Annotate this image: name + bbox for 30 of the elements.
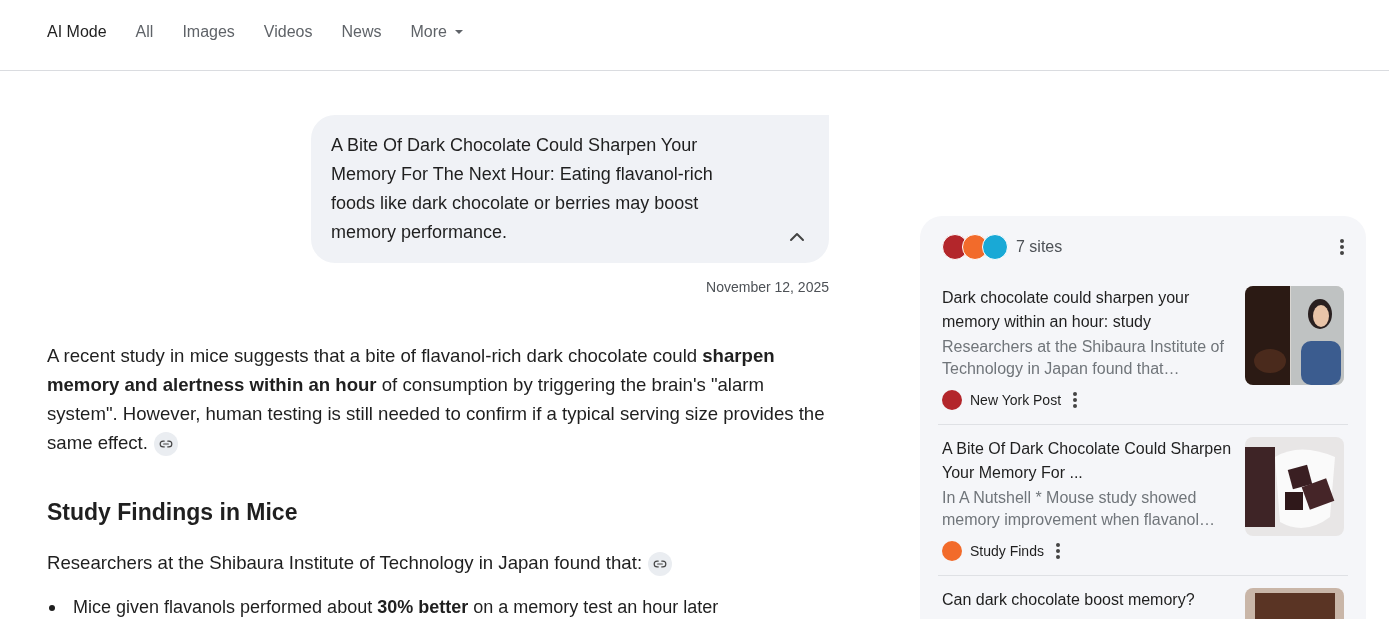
- source-title[interactable]: Can dark chocolate boost memory?: [942, 588, 1233, 612]
- tab[interactable]: Videos: [263, 23, 313, 41]
- more-button[interactable]: [1340, 239, 1344, 255]
- tab[interactable]: All: [135, 23, 154, 41]
- answer-paragraph: Researchers at the Shibaura Institute of Technology in Japan found that:: [47, 548, 829, 577]
- more-icon: [1073, 392, 1078, 408]
- tab[interactable]: More: [410, 23, 463, 41]
- source-name: New York Post: [970, 392, 1062, 408]
- tab[interactable]: AI Mode: [47, 23, 107, 41]
- tab[interactable]: Images: [182, 23, 235, 41]
- citation-button[interactable]: [648, 552, 673, 577]
- source-title[interactable]: A Bite Of Dark Chocolate Could Sharpen Your Memory For ...: [942, 437, 1233, 485]
- caret-icon: [454, 30, 463, 34]
- more-icon: [1055, 543, 1060, 559]
- source-snippet: Researchers at the Shibaura Institute of Technology in Japan found that…: [942, 337, 1225, 379]
- bullet-icon: [49, 604, 55, 611]
- citation-button[interactable]: [153, 432, 178, 457]
- more-button[interactable]: [1073, 392, 1078, 408]
- query-text: A Bite Of Dark Chocolate Could Sharpen Your Memory For The Next Hour: Eating flavanol-rich foods like dark chocolate or berries may boost memory performance.: [331, 134, 714, 244]
- source-name: Study Finds: [970, 543, 1044, 559]
- more-button[interactable]: [1055, 543, 1060, 559]
- source-title[interactable]: Dark chocolate could sharpen your memory within an hour: study: [942, 286, 1233, 334]
- answer-paragraph: A recent study in mice suggests that a bite of flavanol-rich dark chocolate could sharpen memory and alertness within an hour of consumption by triggering the brain's "alarm system". However, human testing is still needed to confirm if a typical serving size provides the same effect.: [47, 341, 829, 457]
- tab[interactable]: News: [341, 23, 382, 41]
- sites-count: 7 sites: [1016, 238, 1063, 256]
- date-text: November 12, 2025: [706, 279, 829, 295]
- source-snippet: In A Nutshell * Mouse study showed memory improvement when flavanol…: [942, 488, 1216, 530]
- section-heading: Study Findings in Mice: [47, 499, 299, 526]
- more-icon: [1340, 239, 1344, 255]
- bullet-text: Mice given flavanols performed about 30% better on a memory test an hour later: [73, 597, 719, 618]
